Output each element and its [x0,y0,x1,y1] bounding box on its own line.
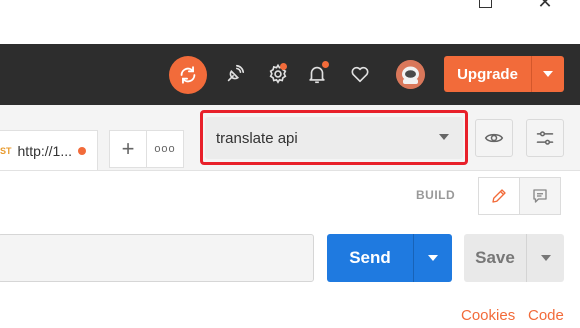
code-link[interactable]: Code [528,307,564,324]
close-button[interactable]: ✕ [532,0,558,12]
avatar[interactable] [396,60,425,89]
environment-highlight-box [200,110,468,165]
more-icon: ooo [154,143,176,155]
save-dropdown[interactable] [527,234,564,282]
chevron-down-icon [540,255,551,261]
edit-mode-button[interactable] [478,177,520,215]
send-dropdown[interactable] [414,234,452,282]
chevron-down-icon [543,71,553,77]
maximize-icon [478,0,492,8]
close-icon: ✕ [537,0,553,12]
plus-icon: + [121,136,135,161]
favorites-button[interactable] [345,59,375,89]
upgrade-label: Upgrade [457,65,518,83]
upgrade-button[interactable]: Upgrade [444,56,564,92]
heart-icon [351,66,369,83]
sliders-icon [536,131,554,145]
save-label: Save [475,248,515,267]
eye-icon [484,133,504,143]
pencil-icon [492,189,506,203]
window-titlebar: ✕ [0,0,580,44]
interceptor-button[interactable] [220,59,250,89]
request-tab[interactable]: ST http://1... [0,130,98,170]
tab-actions-button[interactable]: ooo [146,130,184,168]
save-button[interactable]: Save [464,234,564,282]
cookies-link[interactable]: Cookies [461,307,515,324]
request-url-input[interactable] [0,234,314,282]
sync-button[interactable] [169,56,207,94]
comments-button[interactable] [519,177,561,215]
send-label: Send [349,248,391,267]
sync-icon [180,66,196,84]
tab-url: http://1... [17,142,72,159]
send-button[interactable]: Send [327,234,452,282]
app-header: Upgrade [0,44,580,105]
build-toolbar: BUILD [0,171,580,221]
notifications-button[interactable] [302,59,332,89]
upgrade-dropdown[interactable] [532,56,564,92]
settings-notification-dot [280,63,287,70]
tab-bar: ST http://1... + ooo translate api [0,105,580,171]
satellite-icon [227,64,245,82]
notifications-dot [322,61,329,68]
astronaut-avatar-icon [396,60,425,89]
environment-quick-look-button[interactable] [475,119,513,157]
manage-environments-button[interactable] [526,119,564,157]
build-mode-label: BUILD [416,188,456,202]
new-tab-button[interactable]: + [109,130,147,168]
tab-method: ST [0,145,12,156]
unsaved-changes-dot [78,146,86,155]
chevron-down-icon [428,255,438,261]
settings-button[interactable] [263,59,293,89]
maximize-button[interactable] [472,0,498,12]
comment-icon [533,189,547,203]
